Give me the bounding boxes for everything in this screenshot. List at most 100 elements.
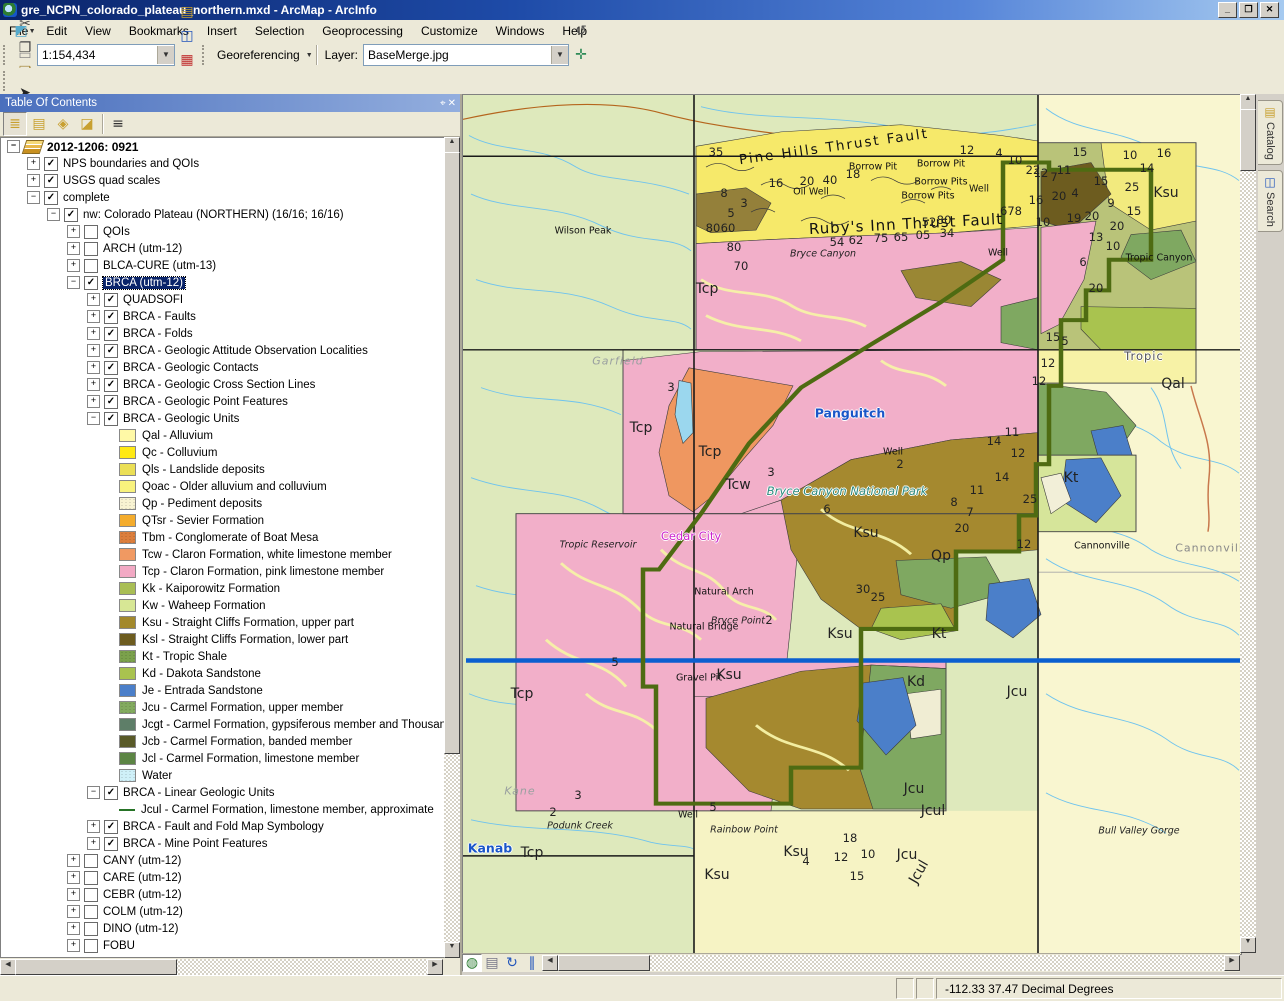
toc-row[interactable]: Jcb - Carmel Formation, banded member	[1, 733, 444, 750]
layer-checkbox[interactable]: ✓	[44, 157, 58, 171]
legend-swatch[interactable]	[119, 565, 136, 578]
toc-row-label[interactable]: Qls - Landslide deposits	[142, 464, 265, 476]
toc-row-label[interactable]: Kd - Dakota Sandstone	[142, 668, 261, 680]
toc-row[interactable]: QTsr - Sevier Formation	[1, 512, 444, 529]
chevron-down-icon[interactable]: ▼	[306, 52, 313, 59]
toc-row-label[interactable]: Qp - Pediment deposits	[142, 498, 262, 510]
map-horizontal-scrollbar[interactable]: ◀ ▶	[542, 955, 1240, 971]
layer-checkbox[interactable]	[84, 871, 98, 885]
layer-checkbox[interactable]: ✓	[104, 837, 118, 851]
list-by-selection-button[interactable]: ◪	[75, 112, 99, 136]
layer-checkbox[interactable]	[84, 939, 98, 953]
toc-row-label[interactable]: Qc - Colluvium	[142, 447, 217, 459]
toc-row[interactable]: +COLM (utm-12)	[1, 903, 444, 920]
menu-item-windows[interactable]: Windows	[487, 21, 554, 41]
menu-item-insert[interactable]: Insert	[198, 21, 246, 41]
close-button[interactable]: ✕	[1260, 2, 1279, 18]
legend-swatch[interactable]	[119, 650, 136, 663]
expander-icon[interactable]: +	[67, 854, 80, 867]
legend-swatch[interactable]	[119, 752, 136, 765]
restore-button[interactable]: ❐	[1239, 2, 1258, 18]
list-by-source-button[interactable]: ▤	[27, 112, 51, 136]
toc-row-label[interactable]: Jcu - Carmel Formation, upper member	[142, 702, 343, 714]
toc-row[interactable]: Jcu - Carmel Formation, upper member	[1, 699, 444, 716]
toc-row[interactable]: + DINO (utm-12)	[1, 920, 444, 937]
layer-checkbox[interactable]: ✓	[44, 174, 58, 188]
toc-row[interactable]: −2012-1206: 0921	[1, 138, 444, 155]
expander-icon[interactable]: +	[67, 888, 80, 901]
toc-row[interactable]: +✓BRCA - Geologic Cross Section Lines	[1, 376, 444, 393]
toc-row-label[interactable]: DINO (utm-12)	[103, 923, 178, 935]
legend-line-swatch[interactable]	[119, 809, 135, 811]
toc-row-label[interactable]: BRCA (utm-12)	[103, 277, 185, 289]
toc-row-label[interactable]: BRCA - Geologic Units	[123, 413, 239, 425]
legend-swatch[interactable]	[119, 429, 136, 442]
toc-row[interactable]: −✓nw: Colorado Plateau (NORTHERN) (16/16…	[1, 206, 444, 223]
expander-icon[interactable]: −	[27, 191, 40, 204]
expander-icon[interactable]: −	[87, 412, 100, 425]
toc-row-label[interactable]: CARE (utm-12)	[103, 872, 182, 884]
tab-catalog[interactable]: ▤Catalog	[1258, 100, 1283, 165]
expander-icon[interactable]: −	[7, 140, 20, 153]
menu-item-geoprocessing[interactable]: Geoprocessing	[313, 21, 412, 41]
toc-row[interactable]: −✓BRCA (utm-12)	[1, 274, 444, 291]
legend-swatch[interactable]	[119, 701, 136, 714]
toc-row-label[interactable]: Kk - Kaiporowitz Formation	[142, 583, 280, 595]
toc-row-label[interactable]: Jcgt - Carmel Formation, gypsiferous mem…	[142, 719, 444, 731]
toc-row[interactable]: +✓BRCA - Geologic Contacts	[1, 359, 444, 376]
toc-row-label[interactable]: NPS boundaries and QOIs	[63, 158, 199, 170]
toc-row[interactable]: Tcw - Claron Formation, white limestone …	[1, 546, 444, 563]
toc-row-label[interactable]: BRCA - Geologic Attitude Observation Loc…	[123, 345, 368, 357]
layer-checkbox[interactable]	[84, 259, 98, 273]
toolbar-grip[interactable]	[3, 45, 9, 65]
toc-row-label[interactable]: Je - Entrada Sandstone	[142, 685, 263, 697]
layer-checkbox[interactable]	[84, 905, 98, 919]
toc-row-label[interactable]: Jcb - Carmel Formation, banded member	[142, 736, 352, 748]
toc-row[interactable]: +BLCA-CURE (utm-13)	[1, 257, 444, 274]
expander-icon[interactable]: +	[67, 905, 80, 918]
menu-item-edit[interactable]: Edit	[37, 21, 76, 41]
list-by-drawing-order-button[interactable]: ≣	[3, 112, 27, 136]
minimize-button[interactable]: _	[1218, 2, 1237, 18]
expander-icon[interactable]: +	[87, 293, 100, 306]
legend-swatch[interactable]	[119, 463, 136, 476]
georef-rotate-button[interactable]: ↺	[569, 19, 593, 43]
legend-swatch[interactable]	[119, 514, 136, 527]
toc-row[interactable]: +✓BRCA - Mine Point Features	[1, 835, 444, 852]
chevron-down-icon[interactable]: ▼	[29, 28, 36, 35]
toc-title-bar[interactable]: Table Of Contents ⌖ ✕	[0, 94, 460, 112]
menu-item-selection[interactable]: Selection	[246, 21, 313, 41]
layer-checkbox[interactable]: ✓	[104, 327, 118, 341]
toc-row-label[interactable]: QOIs	[103, 226, 130, 238]
close-icon[interactable]: ✕	[448, 98, 456, 109]
expander-icon[interactable]: −	[47, 208, 60, 221]
expander-icon[interactable]: +	[67, 871, 80, 884]
layer-checkbox[interactable]: ✓	[44, 191, 58, 205]
toc-row[interactable]: +FOBU	[1, 937, 444, 954]
legend-swatch[interactable]	[119, 718, 136, 731]
toc-row[interactable]: Je - Entrada Sandstone	[1, 682, 444, 699]
legend-swatch[interactable]	[119, 531, 136, 544]
legend-swatch[interactable]	[119, 548, 136, 561]
toc-horizontal-scrollbar[interactable]: ◀ ▶	[0, 959, 443, 975]
toc-row-label[interactable]: QUADSOFI	[123, 294, 183, 306]
toc-row[interactable]: +✓NPS boundaries and QOIs	[1, 155, 444, 172]
legend-swatch[interactable]	[119, 769, 136, 782]
layer-checkbox[interactable]: ✓	[104, 310, 118, 324]
toc-row-label[interactable]: BRCA - Folds	[123, 328, 193, 340]
list-by-visibility-button[interactable]: ◈	[51, 112, 75, 136]
expander-icon[interactable]: +	[67, 242, 80, 255]
expander-icon[interactable]: +	[87, 361, 100, 374]
toc-row[interactable]: +✓BRCA - Fault and Fold Map Symbology	[1, 818, 444, 835]
toc-row-label[interactable]: Jcul - Carmel Formation, limestone membe…	[141, 804, 434, 816]
select-graphics-button[interactable]: ▭	[13, 43, 37, 67]
toc-row[interactable]: Tcp - Claron Formation, pink limestone m…	[1, 563, 444, 580]
menu-item-customize[interactable]: Customize	[412, 21, 487, 41]
toc-row-label[interactable]: FOBU	[103, 940, 135, 952]
layer-checkbox[interactable]: ✓	[104, 820, 118, 834]
data-view-button[interactable]: ◍	[462, 954, 482, 972]
toc-row-label[interactable]: Water	[142, 770, 172, 782]
toc-row-label[interactable]: USGS quad scales	[63, 175, 160, 187]
layer-checkbox[interactable]: ✓	[104, 361, 118, 375]
expander-icon[interactable]: +	[67, 922, 80, 935]
